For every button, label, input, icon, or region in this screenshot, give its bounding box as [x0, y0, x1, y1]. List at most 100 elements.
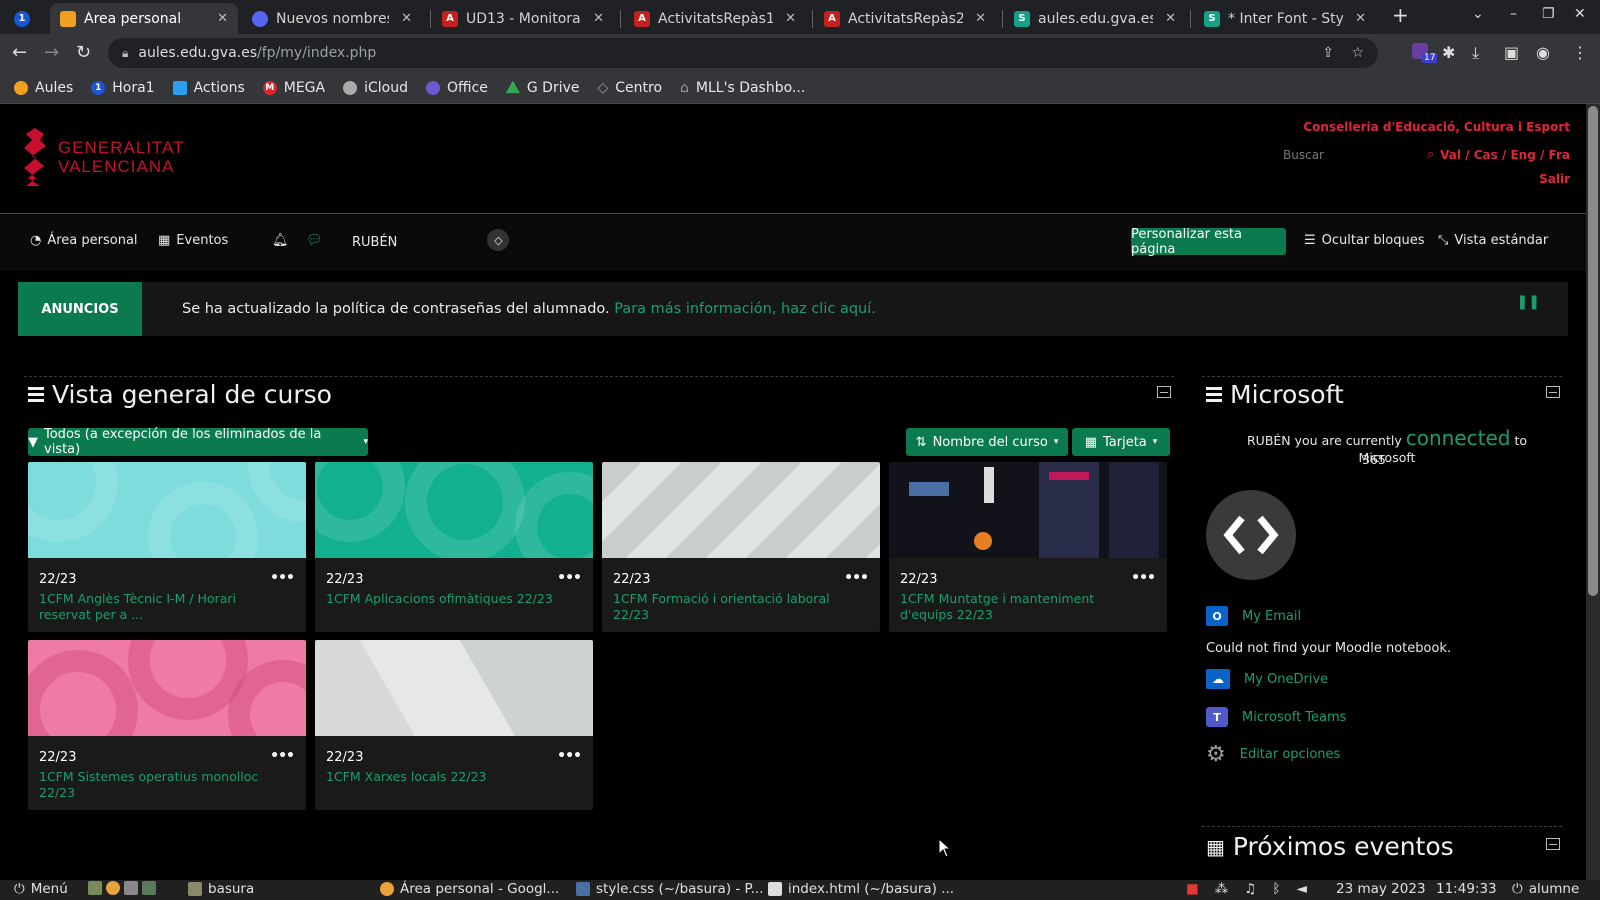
language-selector[interactable]: Val / Cas / Eng / Fra [1440, 148, 1570, 162]
tab-inter-font[interactable]: S * Inter Font - Stylu ✕ [1194, 3, 1376, 34]
close-icon[interactable]: ✕ [401, 11, 412, 26]
teams-link[interactable]: T Microsoft Teams [1206, 707, 1346, 727]
bluetooth-icon[interactable]: ᛒ [1272, 881, 1280, 897]
tab-nuevos-nombres[interactable]: Nuevos nombres c ✕ [242, 3, 422, 34]
user-avatar[interactable]: ◇ [487, 229, 510, 251]
course-actions-menu[interactable]: ••• [270, 748, 295, 764]
search-icon[interactable]: ⌕ [1427, 147, 1434, 162]
course-card[interactable]: 22/23 ••• 1CFM Anglès Tècnic I-M / Horar… [28, 462, 306, 632]
generalitat-logo[interactable]: GENERALITAT VALENCIANA [22, 126, 185, 188]
standard-view-button[interactable]: ⤡ Vista estándar [1438, 233, 1548, 248]
bookmark-icloud[interactable]: iCloud [343, 80, 408, 96]
bookmark-mega[interactable]: M MEGA [262, 80, 325, 96]
nav-dashboard[interactable]: ◔ Área personal [30, 233, 138, 248]
search-input[interactable]: Buscar [1283, 148, 1324, 162]
tab-area-personal[interactable]: Área personal ✕ [50, 3, 238, 34]
filter-dropdown[interactable]: ▼ Todos (a excepción de los eliminados d… [28, 427, 368, 457]
back-arrow-icon[interactable]: ← [12, 42, 27, 63]
network-icon[interactable]: ⁂ [1215, 881, 1229, 897]
side-panel-icon[interactable]: ▣ [1504, 43, 1519, 62]
course-actions-menu[interactable]: ••• [557, 570, 582, 586]
course-actions-menu[interactable]: ••• [1131, 570, 1156, 586]
tab-search-button[interactable]: 1 [8, 3, 38, 34]
collapse-block-icon[interactable] [1157, 386, 1171, 398]
bookmark-actions[interactable]: Actions [172, 80, 245, 96]
course-name-link[interactable]: 1CFM Xarxes locals 22/23 [326, 769, 571, 785]
course-card[interactable]: 22/23 ••• 1CFM Sistemes operatius monoll… [28, 640, 306, 810]
messages-chat-icon[interactable]: 💬︎ [306, 233, 323, 248]
star-icon[interactable]: ☆ [1351, 45, 1364, 61]
tab-list-chevron-icon[interactable]: ⌄ [1472, 6, 1484, 22]
address-bar[interactable]: 🔒︎ aules.edu.gva.es/fp/my/index.php ⇪ ☆ [108, 38, 1378, 68]
minimize-icon[interactable]: – [1510, 6, 1517, 22]
taskbar-window-index[interactable]: index.html (~/basura) ... [768, 881, 954, 897]
course-card[interactable]: 22/23 ••• 1CFM Muntatge i manteniment d'… [889, 462, 1167, 632]
close-window-icon[interactable]: ✕ [1574, 6, 1586, 22]
tab-activitats-2[interactable]: A ActivitatsRepàs2.F ✕ [814, 3, 996, 34]
hide-blocks-button[interactable]: ☰ Ocultar bloques [1304, 233, 1425, 248]
taskbar-user[interactable]: ⏻ alumne [1512, 881, 1579, 897]
course-actions-menu[interactable]: ••• [844, 570, 869, 586]
taskbar-window-chrome[interactable]: Área personal - Googl... [380, 881, 559, 897]
close-icon[interactable]: ✕ [217, 11, 228, 26]
collapse-block-icon[interactable] [1546, 838, 1560, 850]
course-name-link[interactable]: 1CFM Muntatge i manteniment d'equips 22/… [900, 591, 1145, 623]
tab-activitats-1[interactable]: A ActivitatsRepàs1.F ✕ [624, 3, 806, 34]
share-icon[interactable]: ⇪ [1322, 45, 1334, 61]
edit-options-link[interactable]: ⚙ Editar opciones [1206, 742, 1340, 767]
block-menu-icon[interactable] [28, 387, 44, 402]
pause-icon[interactable]: ❚❚ [1517, 294, 1540, 310]
block-menu-icon[interactable] [1206, 387, 1222, 402]
scrollbar-thumb[interactable] [1588, 106, 1598, 596]
download-icon[interactable]: ⤓ [1472, 43, 1479, 63]
course-card[interactable]: 22/23 ••• 1CFM Formació i orientació lab… [602, 462, 880, 632]
close-icon[interactable]: ✕ [785, 11, 796, 26]
tab-ud13[interactable]: A UD13 - Monitoratg ✕ [432, 3, 614, 34]
puzzle-icon[interactable]: ✱ [1442, 43, 1455, 62]
logout-link[interactable]: Salir [1539, 172, 1570, 186]
forward-arrow-icon[interactable]: → [44, 42, 59, 63]
close-icon[interactable]: ✕ [975, 11, 986, 26]
chrome-icon[interactable] [106, 881, 120, 895]
my-email-link[interactable]: O My Email [1206, 606, 1301, 626]
course-name-link[interactable]: 1CFM Aplicacions ofimàtiques 22/23 [326, 591, 571, 607]
restore-icon[interactable]: ❐ [1542, 6, 1555, 22]
bookmark-centro[interactable]: ◇ Centro [597, 80, 662, 96]
announcement-link[interactable]: Para más información, haz clic aquí. [614, 301, 876, 317]
bookmark-dashboard[interactable]: ⌂ MLL's Dashbo... [680, 80, 805, 96]
course-card[interactable]: 22/23 ••• 1CFM Xarxes locals 22/23 [315, 640, 593, 810]
bookmark-aules[interactable]: Aules [14, 80, 73, 96]
course-name-link[interactable]: 1CFM Anglès Tècnic I-M / Horari reservat… [39, 591, 284, 623]
package-icon[interactable] [124, 881, 138, 895]
sort-dropdown[interactable]: ⇅ Nombre del curso ▾ [906, 428, 1068, 456]
taskbar-window-style[interactable]: style.css (~/basura) - P... [576, 881, 763, 897]
conselleria-link[interactable]: Conselleria d'Educació, Cultura i Esport [1303, 120, 1570, 134]
course-actions-menu[interactable]: ••• [557, 748, 582, 764]
collapse-block-icon[interactable] [1546, 386, 1560, 398]
tab-aules-stylus[interactable]: S aules.edu.gva.es - ✕ [1004, 3, 1186, 34]
clock[interactable]: 11:49:33 [1436, 881, 1497, 897]
record-icon[interactable]: ■ [1186, 881, 1199, 897]
bookmark-hora1[interactable]: 1 Hora1 [91, 80, 155, 96]
close-icon[interactable]: ✕ [1165, 11, 1176, 26]
taskbar-folder[interactable]: basura [188, 881, 254, 897]
close-icon[interactable]: ✕ [593, 11, 604, 26]
bookmark-gdrive[interactable]: G Drive [505, 80, 579, 96]
user-menu[interactable]: RUBÉN ◇ [352, 229, 510, 251]
menu-kebab-icon[interactable]: ⋮ [1572, 43, 1588, 62]
volume-icon[interactable]: ◄ [1296, 881, 1306, 897]
start-menu-button[interactable]: ⏻ Menú [14, 881, 68, 897]
profile-avatar-icon[interactable]: ◉ [1536, 43, 1550, 62]
course-actions-menu[interactable]: ••• [270, 570, 295, 586]
extension-icon[interactable]: 17 [1412, 43, 1438, 63]
notifications-bell-icon[interactable]: 🔔︎ [272, 233, 289, 248]
bell-icon[interactable]: ♫ [1244, 881, 1256, 897]
terminal-icon[interactable] [142, 881, 156, 895]
course-name-link[interactable]: 1CFM Sistemes operatius monolloc 22/23 [39, 769, 284, 801]
bookmark-office[interactable]: Office [425, 80, 488, 96]
course-name-link[interactable]: 1CFM Formació i orientació laboral 22/23 [613, 591, 858, 623]
nav-events[interactable]: ▦ Eventos [158, 233, 228, 248]
close-icon[interactable]: ✕ [1355, 11, 1366, 26]
reload-icon[interactable]: ↻ [76, 42, 91, 63]
course-card[interactable]: 22/23 ••• 1CFM Aplicacions ofimàtiques 2… [315, 462, 593, 632]
